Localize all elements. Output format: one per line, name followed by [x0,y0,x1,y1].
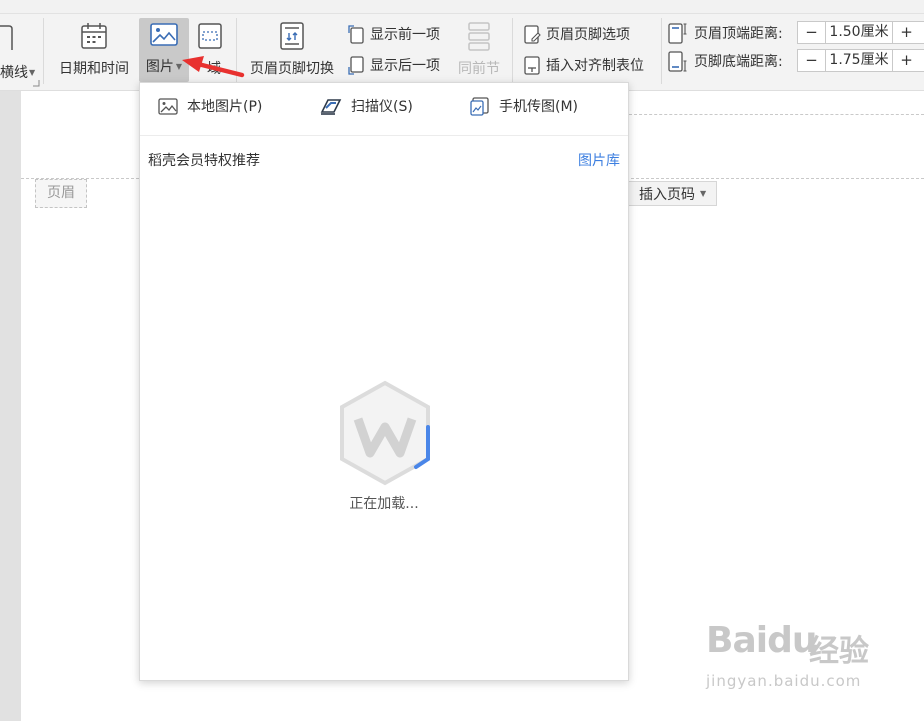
horizontal-line-icon [0,25,13,50]
footer-distance-icon [668,50,687,72]
increment-button[interactable]: + [893,50,920,71]
show-previous-button[interactable]: 显示前一项 [348,24,440,44]
show-next-label: 显示后一项 [370,58,440,74]
footer-bottom-distance-input[interactable]: 1.75厘米 [825,50,893,71]
same-as-previous-label: 同前节 [458,61,500,77]
margin-guide [629,114,924,115]
footer-bottom-distance-stepper[interactable]: − 1.75厘米 + [797,49,924,72]
picture-icon [150,23,178,46]
baidu-watermark: Baidu 经验 jingyan.baidu.com [706,620,916,710]
picture-label: 图片 [145,59,174,75]
ribbon-divider [512,18,513,84]
header-footer-switch-label: 页眉页脚切换 [250,61,334,77]
header-top-distance-label-row: 页眉顶端距离: [667,22,783,44]
group-expander-icon[interactable] [33,80,40,87]
footer-bottom-distance-label: 页脚底端距离: [694,54,783,70]
title-strip [0,0,924,14]
show-next-button[interactable]: 显示后一项 [348,55,440,75]
header-top-distance-input[interactable]: 1.50厘米 [825,22,893,43]
header-footer-switch-icon [280,22,304,50]
footer-bottom-distance-label-row: 页脚底端距离: [667,50,783,72]
insert-page-number-label: 插入页码 [639,186,695,203]
menu-item-scanner[interactable]: 扫描仪(S) [320,96,413,116]
header-tag: 页眉 [35,179,87,208]
datetime-label: 日期和时间 [59,61,129,77]
insert-page-number-button[interactable]: 插入页码 ▼ [620,181,717,206]
image-icon [158,97,178,115]
header-footer-options-label: 页眉页脚选项 [546,27,630,43]
ribbon-divider [43,18,44,84]
page-settings-icon [524,24,541,44]
picture-library-link[interactable]: 图片库 [578,150,620,170]
field-icon [198,23,222,49]
same-as-previous-button[interactable]: 同前节 [455,20,503,82]
chevron-down-icon: ▼ [700,189,707,198]
menu-item-label: 本地图片(P) [187,99,263,115]
menu-item-label: 手机传图(M) [499,99,579,115]
datetime-button[interactable]: 日期和时间 [52,20,136,82]
header-distance-icon [668,22,687,44]
insert-align-tab-button[interactable]: 插入对齐制表位 [523,55,644,75]
menu-item-phone-transfer[interactable]: 手机传图(M) [470,96,578,116]
chevron-down-icon: ▼ [29,68,36,77]
show-previous-icon [348,24,364,44]
annotation-arrow-icon [182,56,245,78]
header-footer-options-button[interactable]: 页眉页脚选项 [523,24,630,44]
link-sections-icon [468,22,490,51]
decrement-button[interactable]: − [798,50,825,71]
ribbon-toolbar: 横线 ▼ 日期和时间 图片 ▼ 域 [0,14,924,91]
show-previous-label: 显示前一项 [370,27,440,43]
scanner-icon [320,99,342,115]
document-left-margin [0,91,21,721]
increment-button[interactable]: + [893,22,920,43]
phone-image-icon [470,96,489,116]
insert-align-tab-label: 插入对齐制表位 [546,58,644,74]
show-next-icon [348,55,364,75]
member-recommendation-title: 稻壳会员特权推荐 [148,153,260,169]
menu-item-label: 扫描仪(S) [351,99,413,115]
menu-divider [140,135,628,136]
horizontal-line-button[interactable]: 横线 ▼ [0,20,40,82]
watermark-url: jingyan.baidu.com [706,672,862,690]
wps-loading-logo-icon [340,380,430,486]
watermark-logo-cn: 经验 [809,634,869,669]
picture-dropdown-menu: 本地图片(P) 扫描仪(S) 手机传图(M) 稻壳会员特权推荐 图片库 正在加载… [139,82,629,681]
header-top-distance-label: 页眉顶端距离: [694,26,783,42]
header-footer-switch-button[interactable]: 页眉页脚切换 [244,20,340,82]
calendar-icon [81,23,107,49]
align-tab-icon [524,55,540,75]
menu-item-local-picture[interactable]: 本地图片(P) [158,96,262,116]
loading-text: 正在加载... [349,496,419,512]
horizontal-line-label: 横线 [0,65,28,81]
header-top-distance-stepper[interactable]: − 1.50厘米 + [797,21,924,44]
decrement-button[interactable]: − [798,22,825,43]
ribbon-divider [661,18,662,84]
watermark-logo: Baidu [706,620,817,661]
